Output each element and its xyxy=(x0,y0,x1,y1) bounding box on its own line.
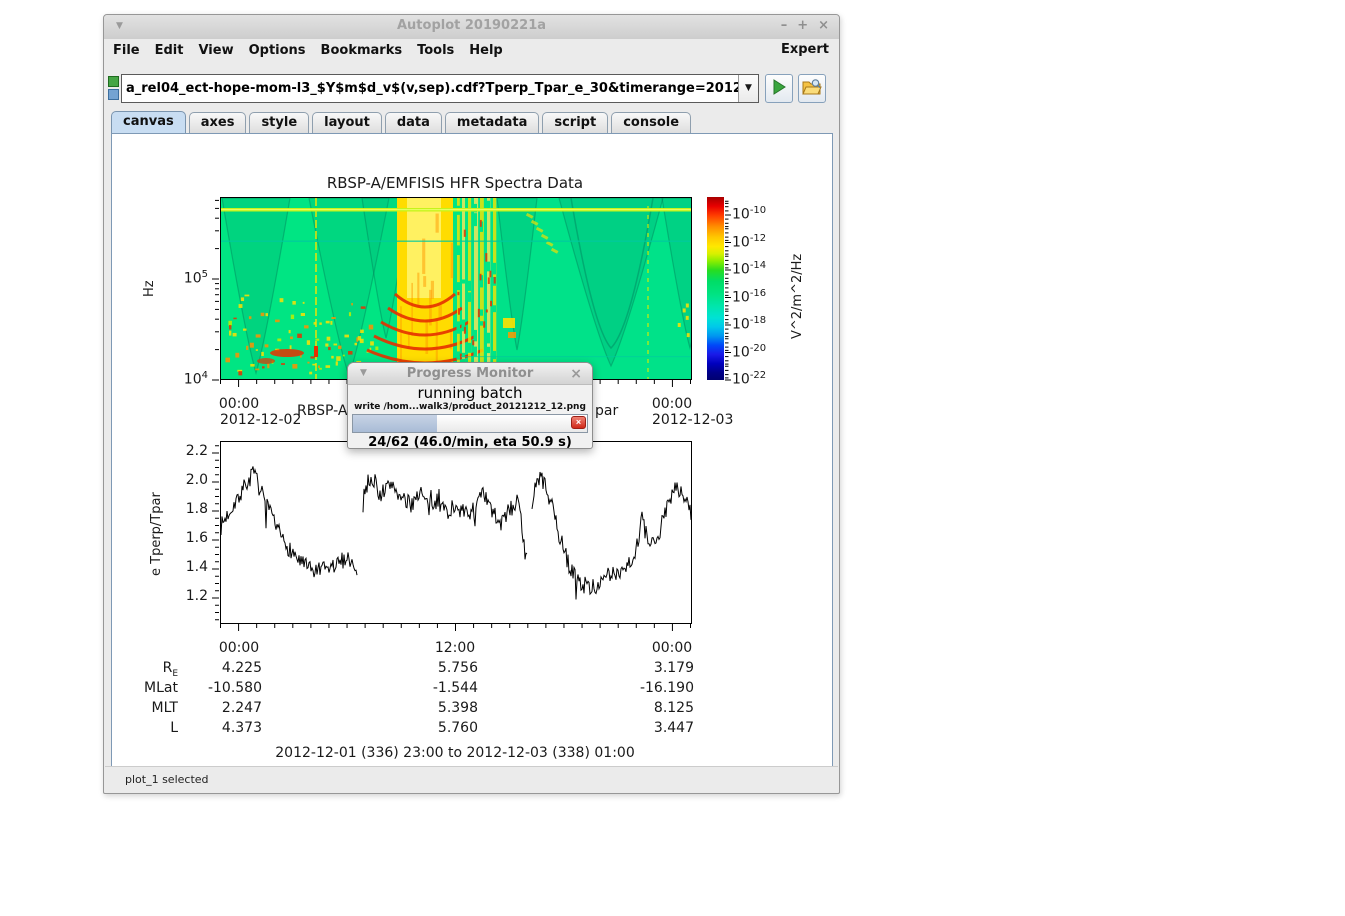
ephemeris-value: -10.580 xyxy=(162,680,262,696)
plot1-title: RBSP-A/EMFISIS HFR Spectra Data xyxy=(220,174,690,192)
colorbar-tick-label: 10-12 xyxy=(732,233,784,251)
ephemeris-value: 3.179 xyxy=(594,660,694,676)
progress-task-label: running batch xyxy=(348,385,592,402)
chevron-down-icon: ▼ xyxy=(745,83,752,93)
ephemeris-value: 4.373 xyxy=(162,720,262,736)
plot2-y-tick-label: 2.0 xyxy=(156,472,208,488)
colorbar-tick-label: 10-22 xyxy=(732,370,784,388)
inspect-uri-button[interactable] xyxy=(798,74,826,103)
ephemeris-value: 2.247 xyxy=(162,700,262,716)
plot1-x-tick-time-left: 00:00 xyxy=(199,396,279,412)
uri-input[interactable]: a_rel04_ect-hope-mom-l3_$Y$m$d_v$(v,sep)… xyxy=(122,75,738,102)
plot2-title-fragment-right: par xyxy=(595,403,618,419)
status-text: plot_1 selected xyxy=(125,773,209,786)
stop-button[interactable]: × xyxy=(571,416,586,429)
menu-items: File Edit View Options Bookmarks Tools Help xyxy=(113,39,503,61)
ephemeris-value: -16.190 xyxy=(594,680,694,696)
stop-x-icon: × xyxy=(576,417,581,427)
ephemeris-value: 5.756 xyxy=(378,660,478,676)
plot2-y-tick-label: 1.6 xyxy=(156,530,208,546)
time-range-label: 2012-12-01 (336) 23:00 to 2012-12-03 (33… xyxy=(220,745,690,761)
plot1-y-axis-label: Hz xyxy=(142,254,157,324)
menu-file[interactable]: File xyxy=(113,43,140,58)
blue-square-icon[interactable] xyxy=(108,89,119,100)
progress-bar-fill xyxy=(353,415,437,432)
dialog-menu-icon[interactable]: ▼ xyxy=(360,368,367,378)
green-square-icon[interactable] xyxy=(108,76,119,87)
progress-status-label: 24/62 (46.0/min, eta 50.9 s) xyxy=(348,435,592,450)
ephemeris-value: 5.760 xyxy=(378,720,478,736)
progress-dialog-body: running batch write /hom...walk3/product… xyxy=(348,385,592,450)
window-titlebar[interactable]: ▼ Autoplot 20190221a –+× xyxy=(104,15,839,40)
plot1-y-tick-label: 104 xyxy=(156,370,208,388)
menu-bookmarks[interactable]: Bookmarks xyxy=(321,43,403,58)
plot1-x-tick-date-right: 2012-12-03 xyxy=(652,412,733,428)
ephemeris-value: 4.225 xyxy=(162,660,262,676)
tab-data[interactable]: data xyxy=(385,112,442,133)
colorbar-axis-label: V^2/m^2/Hz xyxy=(790,219,805,374)
menubar: File Edit View Options Bookmarks Tools Help Ex… xyxy=(104,39,839,61)
colorbar-tick-label: 10-18 xyxy=(732,315,784,333)
progress-monitor-dialog[interactable]: ▼ Progress Monitor × running batch write… xyxy=(347,362,593,449)
ephemeris-value: 5.398 xyxy=(378,700,478,716)
tab-axes[interactable]: axes xyxy=(189,112,247,133)
colorbar xyxy=(707,197,724,380)
folder-magnifier-icon xyxy=(802,78,822,96)
menu-tools[interactable]: Tools xyxy=(417,43,454,58)
menu-edit[interactable]: Edit xyxy=(155,43,184,58)
tab-canvas[interactable]: canvas xyxy=(111,111,186,133)
plot1-y-tick-label: 105 xyxy=(156,269,208,287)
window-title: Autoplot 20190221a xyxy=(104,18,839,33)
status-bar: plot_1 selected xyxy=(105,766,838,792)
plot2-y-tick-label: 1.8 xyxy=(156,501,208,517)
maximize-button[interactable]: + xyxy=(797,18,808,33)
plot2-y-tick-label: 1.2 xyxy=(156,588,208,604)
colorbar-tick-label: 10-20 xyxy=(732,343,784,361)
tab-metadata[interactable]: metadata xyxy=(445,112,539,133)
plot2-x-tick-label: 12:00 xyxy=(415,640,495,656)
colorbar-tick-label: 10-10 xyxy=(732,205,784,223)
spectrogram-image xyxy=(221,198,691,379)
plot1-x-tick-date-left: 2012-12-02 xyxy=(220,412,301,428)
plot1-x-tick-time-right: 00:00 xyxy=(632,396,712,412)
progress-bar: × xyxy=(352,414,588,433)
progress-detail-label: write /hom...walk3/product_20121212_12.p… xyxy=(348,402,592,412)
menu-options[interactable]: Options xyxy=(249,43,306,58)
window-controls: –+ × xyxy=(771,18,829,33)
lineplot-trace xyxy=(221,442,691,623)
uri-toolbar: a_rel04_ect-hope-mom-l3_$Y$m$d_v$(v,sep)… xyxy=(104,61,839,111)
tab-console[interactable]: console xyxy=(611,112,691,133)
dialog-close-icon[interactable]: × xyxy=(570,364,582,384)
dataset-selector-icons xyxy=(108,76,120,102)
plot-canvas[interactable]: RBSP-A/EMFISIS HFR Spectra Data Hz V^2/m… xyxy=(111,133,833,768)
ephemeris-value: 3.447 xyxy=(594,720,694,736)
progress-dialog-title: Progress Monitor xyxy=(348,363,592,384)
minimize-button[interactable]: – xyxy=(781,18,788,33)
spectrogram-plot[interactable] xyxy=(220,197,692,380)
ephemeris-value: 8.125 xyxy=(594,700,694,716)
expert-mode-label[interactable]: Expert xyxy=(781,42,829,57)
menu-help[interactable]: Help xyxy=(469,43,502,58)
plot2-y-tick-label: 2.2 xyxy=(156,443,208,459)
tab-style[interactable]: style xyxy=(249,112,309,133)
colorbar-tick-label: 10-14 xyxy=(732,260,784,278)
plot2-x-tick-label: 00:00 xyxy=(199,640,279,656)
tab-script[interactable]: script xyxy=(542,112,608,133)
play-icon xyxy=(770,78,788,96)
lineplot[interactable] xyxy=(220,441,692,624)
progress-dialog-titlebar[interactable]: ▼ Progress Monitor × xyxy=(348,363,592,385)
go-plot-button[interactable] xyxy=(765,74,793,103)
close-button[interactable]: × xyxy=(818,18,829,33)
tab-layout[interactable]: layout xyxy=(312,112,382,133)
plot2-y-tick-label: 1.4 xyxy=(156,559,208,575)
plot2-x-tick-label: 00:00 xyxy=(632,640,712,656)
uri-dropdown-button[interactable]: ▼ xyxy=(738,75,758,102)
ephemeris-value: -1.544 xyxy=(378,680,478,696)
plot2-title-fragment-left: RBSP-A xyxy=(297,403,347,419)
colorbar-tick-label: 10-16 xyxy=(732,288,784,306)
tab-bar: canvasaxesstylelayoutdatametadatascriptc… xyxy=(104,111,839,133)
uri-combobox[interactable]: a_rel04_ect-hope-mom-l3_$Y$m$d_v$(v,sep)… xyxy=(121,74,759,103)
menu-view[interactable]: View xyxy=(198,43,233,58)
